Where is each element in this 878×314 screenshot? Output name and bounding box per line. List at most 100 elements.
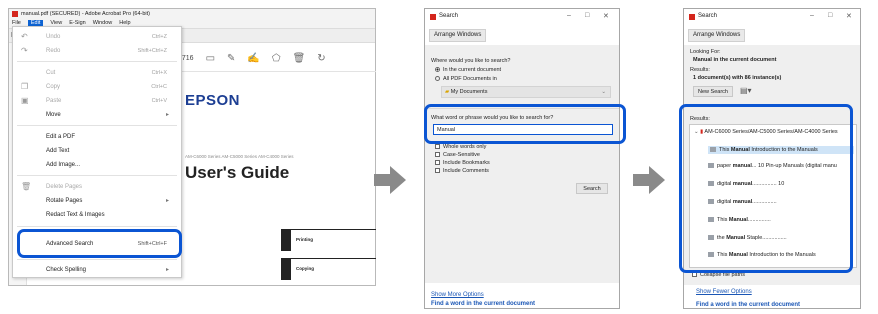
where-question: Where would you like to search?: [431, 58, 511, 64]
menu-separator: [17, 259, 177, 260]
title-bar: Search – □ ✕: [684, 9, 860, 25]
maximize-icon[interactable]: □: [585, 12, 589, 19]
title-bar: manual.pdf (SECURED) - Adobe Acrobat Pro…: [9, 9, 375, 19]
menu-item-label: Check Spelling: [46, 267, 87, 273]
menu-item-rotate-pages[interactable]: Rotate Pages ▸: [13, 194, 181, 208]
menu-item-add-text[interactable]: Add Text: [13, 144, 181, 158]
option-all-pdfs[interactable]: All PDF Documents in: [435, 76, 497, 83]
menu-item-add-image[interactable]: Add Image...: [13, 158, 181, 172]
find-word-link[interactable]: Find a word in the current document: [696, 302, 800, 308]
menu-separator: [17, 125, 177, 126]
new-search-button[interactable]: New Search: [693, 86, 733, 97]
shortcut-label: Shift+Ctrl+Z: [137, 48, 167, 54]
menu-item-redo[interactable]: ↷ Redo Shift+Ctrl+Z: [13, 44, 181, 58]
arrange-windows-button[interactable]: Arrange Windows: [688, 29, 746, 42]
results-summary: 1 document(s) with 86 instance(s): [693, 75, 782, 81]
acrobat-app-icon: [430, 14, 436, 20]
sign-icon[interactable]: ✍: [247, 53, 259, 64]
option-current-document[interactable]: In the current document: [435, 67, 501, 74]
stamp-icon[interactable]: ⬠: [272, 53, 281, 64]
checkbox-label: Case-Sensitive: [443, 152, 480, 158]
show-fewer-options-link[interactable]: Show Fewer Options: [696, 289, 752, 295]
toolbar-divider: [178, 71, 376, 72]
acrobat-app-icon: [689, 14, 695, 20]
checkbox-icon: [435, 160, 440, 166]
comment-icon[interactable]: ▭: [206, 53, 215, 64]
redo-icon: ↷: [21, 46, 28, 55]
menu-item-label: Delete Pages: [46, 184, 83, 190]
checkbox-include-comments[interactable]: Include Comments: [435, 168, 489, 175]
menu-item-label: Redo: [46, 48, 61, 54]
maximize-icon[interactable]: □: [828, 12, 832, 19]
menu-separator: [17, 226, 177, 227]
looking-for-label: Looking For:: [690, 49, 721, 55]
close-icon[interactable]: ✕: [846, 12, 852, 20]
shortcut-label: Ctrl+C: [151, 84, 167, 90]
section-copying: Copying: [281, 258, 376, 280]
checkbox-label: Include Bookmarks: [443, 160, 490, 166]
search-form: Where would you like to search? In the c…: [425, 45, 619, 283]
menu-item-label: Cut: [46, 70, 56, 76]
menu-item-label: Paste: [46, 98, 62, 104]
minimize-icon[interactable]: –: [567, 12, 571, 19]
menu-item-paste[interactable]: ▣ Paste Ctrl+V: [13, 94, 181, 108]
menu-item-undo[interactable]: ↶ Undo Ctrl+Z: [13, 30, 181, 44]
highlight-search-phrase: [424, 104, 626, 144]
menu-item-edit-pdf[interactable]: Edit a PDF: [13, 130, 181, 144]
arrange-windows-button[interactable]: Arrange Windows: [429, 29, 487, 42]
location-select[interactable]: ▰ My Documents ⌄: [441, 86, 611, 98]
window-title: manual.pdf (SECURED) - Adobe Acrobat Pro…: [21, 10, 151, 17]
option-label: In the current document: [443, 67, 502, 73]
arrow-right-icon: [633, 166, 665, 194]
menu-item-cut[interactable]: Cut Ctrl+X: [13, 66, 181, 80]
paste-icon: ▣: [21, 96, 29, 105]
folder-icon: ▰: [445, 89, 450, 95]
location-value: My Documents: [450, 89, 488, 95]
section-label: Copying: [296, 266, 314, 271]
menu-item-label: Copy: [46, 84, 61, 90]
page-toolbar: / 716 ▭ ✎ ✍ ⬠ 🗑︎ ↻: [178, 46, 376, 70]
acrobat-app-icon: [12, 11, 18, 17]
radio-icon: [435, 76, 440, 82]
section-tab: [281, 259, 291, 280]
looking-for-value: Manual in the current document: [693, 57, 777, 63]
checkbox-label: Include Comments: [443, 168, 489, 174]
menu-separator: [17, 175, 177, 176]
menu-separator: [17, 61, 177, 62]
delete-pages-icon: 🗑︎: [21, 182, 32, 191]
menu-item-copy[interactable]: ❐ Copy Ctrl+C: [13, 80, 181, 94]
doc-series: AM-C6000 Series AM-C5000 Series AM-C4000…: [185, 154, 294, 159]
menu-item-label: Rotate Pages: [46, 198, 83, 204]
checkbox-whole-words[interactable]: Whole words only: [435, 144, 486, 151]
submenu-arrow-icon: ▸: [165, 198, 169, 204]
pen-icon[interactable]: ✎: [227, 53, 235, 64]
menu-item-label: Undo: [46, 34, 61, 40]
menu-item-delete-pages[interactable]: 🗑︎ Delete Pages: [13, 180, 181, 194]
menu-item-label: Add Text: [46, 148, 70, 154]
menu-item-label: Redact Text & Images: [46, 212, 105, 218]
checkbox-icon: [435, 168, 440, 174]
submenu-arrow-icon: ▸: [165, 267, 169, 273]
checkbox-case-sensitive[interactable]: Case-Sensitive: [435, 152, 480, 159]
search-window-initial: Search – □ ✕ Arrange Windows Where would…: [424, 8, 620, 309]
menu-item-label: Add Image...: [46, 162, 81, 168]
menu-item-move[interactable]: Move ▸: [13, 108, 181, 122]
title-bar: Search – □ ✕: [425, 9, 619, 25]
minimize-icon[interactable]: –: [810, 12, 814, 19]
checkbox-icon: [435, 144, 440, 150]
search-button[interactable]: Search: [576, 183, 608, 194]
save-results-icon[interactable]: ▤▾: [740, 86, 752, 96]
checkbox-include-bookmarks[interactable]: Include Bookmarks: [435, 160, 490, 167]
shortcut-label: Ctrl+Z: [151, 34, 167, 40]
trash-icon[interactable]: 🗑︎: [293, 53, 306, 64]
show-more-options-link[interactable]: Show More Options: [431, 292, 484, 298]
menu-item-check-spelling[interactable]: Check Spelling ▸: [13, 263, 181, 277]
close-icon[interactable]: ✕: [603, 12, 609, 20]
find-word-link[interactable]: Find a word in the current document: [431, 301, 535, 307]
undo-icon: ↶: [21, 32, 28, 41]
refresh-icon[interactable]: ↻: [317, 53, 325, 64]
epson-logo: EPSON: [185, 92, 241, 109]
menu-item-redact[interactable]: Redact Text & Images: [13, 208, 181, 222]
doc-title: User's Guide: [185, 163, 290, 182]
copy-icon: ❐: [21, 82, 29, 91]
